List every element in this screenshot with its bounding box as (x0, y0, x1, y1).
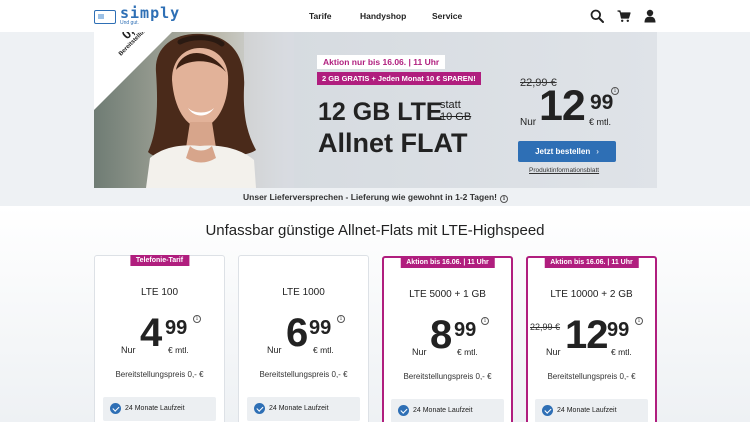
tariff-card-lte-10000[interactable]: Aktion bis 16.06. | 11 Uhr LTE 10000 + 2… (526, 256, 657, 422)
card-info-icon[interactable]: i (481, 317, 489, 325)
hero-price-cents: 99 (590, 91, 614, 114)
check-icon (542, 405, 553, 416)
hero-statt-label: statt (440, 99, 461, 111)
card-feature-label: 24 Monate Laufzeit (125, 405, 185, 412)
card-price-int: 8 (430, 313, 452, 357)
site-header: simply Und gut. Tarife Handyshop Service (0, 0, 750, 32)
card-price-cents: 99 (607, 319, 630, 341)
card-price-int: 6 (286, 311, 308, 355)
card-nur: Nur (412, 347, 427, 357)
delivery-promise-text: Unser Lieferversprechen - Lieferung wie … (243, 192, 497, 202)
hero-price-unit: € mtl. (589, 117, 612, 127)
card-setup-price: Bereitstellungspreis 0,- € (547, 372, 636, 381)
card-old-price: 22,99 € (530, 322, 561, 332)
card-price-unit: € mtl. (313, 345, 334, 355)
card-name: LTE 100 (140, 287, 179, 298)
promo-offer: 2 GB GRATIS + Jeden Monat 10 € SPAREN! (317, 72, 481, 85)
user-icon[interactable] (643, 9, 657, 23)
tariff-card-lte-100[interactable]: Telefonie-Tarif LTE 100 Nur 4 99 € mtl. … (94, 255, 225, 422)
card-nur: Nur (546, 347, 561, 357)
hero-allnet-flat: Allnet FLAT (318, 128, 468, 158)
logo-word: simply (120, 4, 181, 22)
card-feature-label: 24 Monate Laufzeit (413, 407, 473, 414)
delivery-promise-strip: Unser Lieferversprechen - Lieferung wie … (94, 188, 657, 206)
section-title: Unfassbar günstige Allnet-Flats mit LTE-… (205, 222, 545, 239)
nav-handyshop[interactable]: Handyshop (360, 11, 406, 21)
promo-date: Aktion nur bis 16.06. | 11 Uhr (317, 55, 446, 69)
card-price-cents: 99 (454, 319, 477, 341)
check-icon (254, 403, 265, 414)
card-name: LTE 10000 + 2 GB (550, 289, 633, 300)
card-info-icon[interactable]: i (193, 315, 201, 323)
card-setup-price: Bereitstellungspreis 0,- € (115, 370, 204, 379)
hero-price-int: 12 (539, 82, 586, 130)
tariff-card-lte-1000[interactable]: LTE 1000 Nur 6 99 € mtl. i Bereitstellun… (238, 255, 369, 422)
card-setup-price: Bereitstellungspreis 0,- € (259, 370, 348, 379)
delivery-info-icon[interactable]: i (499, 195, 508, 203)
card-feature: 24 Monate Laufzeit (535, 399, 648, 422)
card-badge: Aktion bis 16.06. | 11 Uhr (544, 257, 639, 268)
product-info-link[interactable]: Produktinformationsblatt (529, 167, 599, 174)
card-nur: Nur (121, 345, 136, 355)
card-price-cents: 99 (309, 317, 332, 339)
order-now-label: Jetzt bestellen (535, 147, 591, 156)
hero-nur: Nur (520, 117, 537, 128)
card-price-cents: 99 (165, 317, 188, 339)
check-icon (398, 405, 409, 416)
order-now-button[interactable]: Jetzt bestellen › (518, 141, 616, 162)
simply-logo[interactable]: simply Und gut. (94, 6, 180, 26)
hero-banner[interactable]: 0,- € Bereitstellungspreis Aktion nur bi… (94, 32, 657, 206)
card-price-int: 4 (140, 311, 162, 355)
hero-info-icon[interactable]: i (611, 87, 619, 95)
card-price-unit: € mtl. (457, 347, 478, 357)
hero-gb: 12 GB LTE (318, 98, 443, 126)
nav-service[interactable]: Service (432, 11, 462, 21)
card-feature: 24 Monate Laufzeit (247, 397, 360, 421)
card-price-unit: € mtl. (611, 347, 632, 357)
card-price-unit: € mtl. (168, 345, 189, 355)
card-nur: Nur (267, 345, 282, 355)
card-feature: 24 Monate Laufzeit (103, 397, 216, 421)
card-info-icon[interactable]: i (337, 315, 345, 323)
check-icon (110, 403, 121, 414)
card-feature: 24 Monate Laufzeit (391, 399, 504, 422)
card-feature-label: 24 Monate Laufzeit (557, 407, 617, 414)
card-setup-price: Bereitstellungspreis 0,- € (403, 372, 492, 381)
hero-statt: statt 10 GB (440, 99, 471, 123)
chevron-right-icon: › (596, 147, 599, 156)
card-badge: Aktion bis 16.06. | 11 Uhr (400, 257, 495, 268)
search-icon[interactable] (590, 9, 604, 23)
card-badge: Telefonie-Tarif (129, 255, 190, 266)
card-price-int: 12 (565, 313, 608, 357)
logo-mark-icon (94, 10, 116, 24)
tariff-card-lte-5000[interactable]: Aktion bis 16.06. | 11 Uhr LTE 5000 + 1 … (382, 256, 513, 422)
card-info-icon[interactable]: i (635, 317, 643, 325)
card-name: LTE 1000 (282, 287, 325, 298)
hero-statt-old: 10 GB (440, 111, 472, 124)
card-name: LTE 5000 + 1 GB (409, 289, 486, 300)
card-feature-label: 24 Monate Laufzeit (269, 405, 329, 412)
nav-tarife[interactable]: Tarife (309, 11, 332, 21)
cart-icon[interactable] (617, 9, 631, 23)
